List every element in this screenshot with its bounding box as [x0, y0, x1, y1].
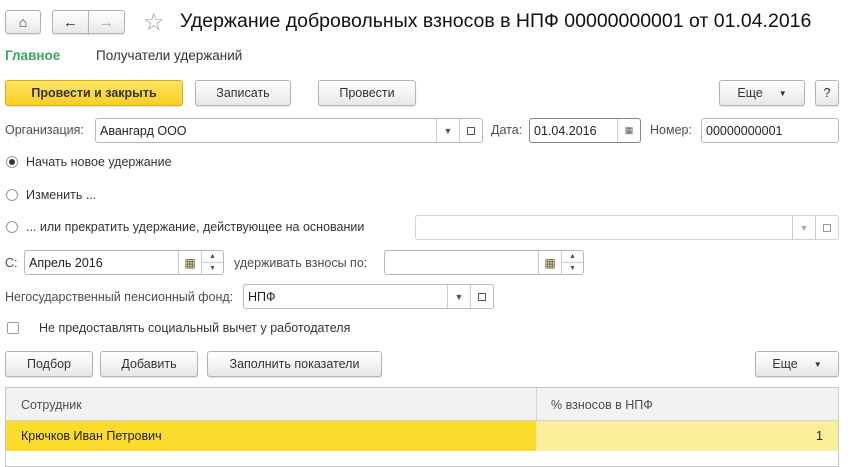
date-label: Дата:: [491, 123, 523, 137]
table-more-button[interactable]: Еще ▼: [755, 351, 839, 377]
dropdown-icon[interactable]: ▼: [436, 119, 459, 142]
percent-cell[interactable]: 1: [536, 421, 838, 451]
arrow-left-icon: ←: [63, 13, 78, 31]
add-button[interactable]: Добавить: [100, 351, 198, 377]
dropdown-arrow-icon: ▼: [813, 359, 822, 369]
tab-main[interactable]: Главное: [5, 48, 60, 63]
no-deduction-label: Не предоставлять социальный вычет у рабо…: [39, 321, 351, 335]
open-icon[interactable]: [459, 119, 482, 142]
fund-field[interactable]: НПФ ▼: [243, 284, 494, 309]
date-field[interactable]: 01.04.2016 ▦: [529, 118, 641, 143]
post-button[interactable]: Провести: [318, 80, 416, 106]
org-label: Организация:: [5, 123, 84, 137]
column-header-employee[interactable]: Сотрудник: [21, 398, 82, 412]
home-icon: ⌂: [18, 14, 28, 30]
table-header: Сотрудник % взносов в НПФ: [6, 388, 838, 421]
back-button[interactable]: ←: [52, 10, 89, 34]
tab-recipients[interactable]: Получатели удержаний: [96, 48, 242, 63]
fund-label: Негосударственный пенсионный фонд:: [5, 290, 234, 304]
percent-value: 1: [816, 429, 823, 443]
radio-new-label: Начать новое удержание: [26, 155, 172, 169]
home-button[interactable]: ⌂: [5, 10, 41, 34]
favorite-star-icon[interactable]: ☆: [143, 8, 165, 37]
dropdown-icon[interactable]: ▼: [447, 285, 470, 308]
calendar-icon[interactable]: ▦: [538, 251, 561, 274]
number-value: 00000000001: [706, 123, 783, 138]
no-deduction-checkbox[interactable]: [7, 322, 19, 334]
employee-name: Крючков Иван Петрович: [21, 429, 162, 443]
open-icon[interactable]: [815, 216, 838, 239]
window-title: Удержание добровольных взносов в НПФ 000…: [180, 10, 812, 32]
org-value: Авангард ООО: [100, 123, 187, 138]
column-divider: [536, 388, 537, 420]
arrow-right-icon: →: [99, 13, 114, 31]
radio-stop-label: ... или прекратить удержание, действующе…: [26, 220, 365, 234]
dropdown-arrow-icon: ▼: [778, 88, 787, 98]
save-button[interactable]: Записать: [195, 80, 291, 106]
from-label: С:: [5, 256, 18, 270]
more-button[interactable]: Еще ▼: [719, 80, 805, 106]
pick-button[interactable]: Подбор: [5, 351, 93, 377]
more-label: Еще: [772, 357, 798, 371]
dropdown-icon[interactable]: ▼: [792, 216, 815, 239]
number-label: Номер:: [650, 123, 692, 137]
fund-value: НПФ: [248, 289, 276, 304]
org-field[interactable]: Авангард ООО ▼: [95, 118, 483, 143]
radio-new-deduction[interactable]: [6, 156, 18, 168]
basis-field[interactable]: ▼: [415, 215, 839, 240]
post-and-close-button[interactable]: Провести и закрыть: [5, 80, 183, 106]
open-icon[interactable]: [470, 285, 493, 308]
more-label: Еще: [737, 86, 763, 100]
spinner[interactable]: ▲ ▼: [561, 251, 583, 274]
from-value: Апрель 2016: [29, 255, 103, 270]
employee-cell[interactable]: Крючков Иван Петрович: [6, 421, 536, 451]
spinner[interactable]: ▲ ▼: [201, 251, 223, 274]
date-value: 01.04.2016: [534, 123, 597, 138]
calendar-icon[interactable]: ▦: [617, 119, 640, 142]
until-field[interactable]: ▦ ▲ ▼: [384, 250, 584, 275]
column-header-percent[interactable]: % взносов в НПФ: [551, 398, 653, 412]
employees-table: Сотрудник % взносов в НПФ Крючков Иван П…: [5, 387, 839, 467]
table-row[interactable]: Крючков Иван Петрович 1: [6, 421, 838, 451]
from-field[interactable]: Апрель 2016 ▦ ▲ ▼: [24, 250, 224, 275]
radio-change[interactable]: [6, 189, 18, 201]
radio-stop[interactable]: [6, 221, 18, 233]
calendar-icon[interactable]: ▦: [178, 251, 201, 274]
fill-indicators-button[interactable]: Заполнить показатели: [207, 351, 382, 377]
until-label: удерживать взносы по:: [234, 256, 368, 270]
forward-button[interactable]: →: [88, 10, 125, 34]
radio-change-label: Изменить ...: [26, 188, 97, 202]
number-field[interactable]: 00000000001: [701, 118, 839, 143]
help-button[interactable]: ?: [815, 80, 839, 106]
